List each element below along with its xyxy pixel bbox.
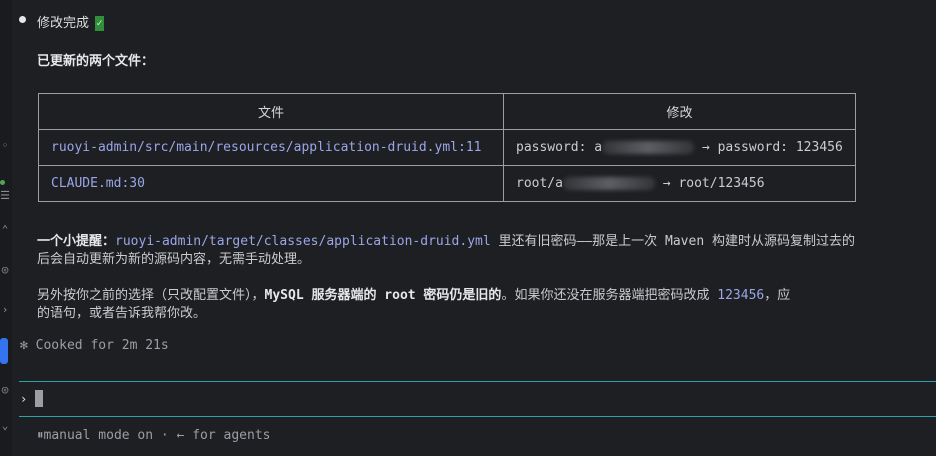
change-after: → root/123456	[654, 176, 765, 191]
table-row: CLAUDE.md:30 root/a → root/123456	[38, 165, 856, 202]
table-header-file: 文件	[38, 93, 504, 130]
files-table: 文件 修改 ruoyi-admin/src/main/resources/app…	[38, 93, 856, 202]
prompt-icon: ›	[20, 392, 28, 406]
table-cell-file[interactable]: CLAUDE.md:30	[38, 165, 504, 202]
footer-line: ⏸manual mode on · ← for agents	[37, 428, 270, 443]
table-row: ruoyi-admin/src/main/resources/applicati…	[38, 129, 856, 166]
terminal: ◦ ☰ ⌃ ◎ › ◎ ⌄ 修改完成 ✓ 已更新的两个文件： 文件 修改 ruoy…	[0, 0, 936, 456]
summary-heading: 已更新的两个文件：	[37, 54, 155, 69]
note-line-1: 另外按你之前的选择（只改配置文件），MySQL 服务器端的 root 密码仍是旧…	[37, 284, 790, 303]
input-top-rule	[19, 381, 936, 382]
note-bold: MySQL 服务器端的 root 密码仍是旧的	[264, 288, 502, 303]
footer-text: manual mode on · ← for agents	[43, 428, 271, 443]
cooked-text: Cooked for 2m 21s	[35, 338, 169, 353]
status-dot-icon	[0, 180, 5, 185]
sparkle-icon: ✻	[20, 338, 28, 353]
table-header-row: 文件 修改	[38, 93, 856, 130]
reminder-text: 里还有旧密码——那是上一次 Maven 构建时从源码复制过去的	[490, 234, 855, 249]
gutter-icon[interactable]: ⌃	[0, 224, 10, 236]
gutter-icon[interactable]: ☰	[0, 190, 10, 202]
reminder-line-1: 一个小提醒：ruoyi-admin/target/classes/applica…	[37, 230, 855, 249]
table-cell-change: password: a → password: 123456	[503, 129, 856, 166]
redacted-value	[602, 141, 695, 154]
change-before: root/a	[516, 176, 563, 191]
gutter-icon[interactable]: ◎	[0, 384, 10, 396]
reminder-path[interactable]: ruoyi-admin/target/classes/application-d…	[115, 234, 491, 249]
note-tail: ，应	[764, 288, 791, 303]
gutter-icon[interactable]: ◎	[0, 264, 10, 276]
gutter-selected-item[interactable]	[0, 338, 8, 364]
table-cell-file[interactable]: ruoyi-admin/src/main/resources/applicati…	[38, 129, 504, 166]
reminder-line-2: 后会自动更新为新的源码内容，无需手动处理。	[37, 252, 311, 267]
bullet-icon	[19, 16, 26, 23]
cooked-line: ✻ Cooked for 2m 21s	[20, 338, 169, 353]
gutter-icon[interactable]: ◦	[0, 140, 10, 152]
table-cell-change: root/a → root/123456	[503, 165, 856, 202]
redacted-value	[562, 177, 655, 190]
note-line-2: 的语句，或者告诉我帮你改。	[37, 306, 207, 321]
note-suffix: 。如果你还没在服务器端把密码改成	[501, 288, 718, 303]
table-header-change: 修改	[503, 93, 856, 130]
ide-gutter: ◦ ☰ ⌃ ◎ › ◎ ⌄	[0, 0, 12, 456]
gutter-icon[interactable]: ⌄	[0, 420, 10, 432]
gutter-icon[interactable]: ›	[0, 304, 10, 316]
status-title: 修改完成	[37, 16, 90, 31]
input-bottom-rule	[19, 416, 936, 417]
note-prefix: 另外按你之前的选择（只改配置文件），	[37, 288, 265, 303]
note-number: 123456	[717, 288, 765, 303]
status-line: 修改完成 ✓	[37, 12, 105, 31]
check-icon: ✓	[95, 16, 105, 31]
change-before: password: a	[516, 140, 603, 155]
change-after: → password: 123456	[694, 140, 843, 155]
reminder-label: 一个小提醒：	[37, 234, 116, 249]
input-cursor[interactable]	[35, 390, 43, 407]
